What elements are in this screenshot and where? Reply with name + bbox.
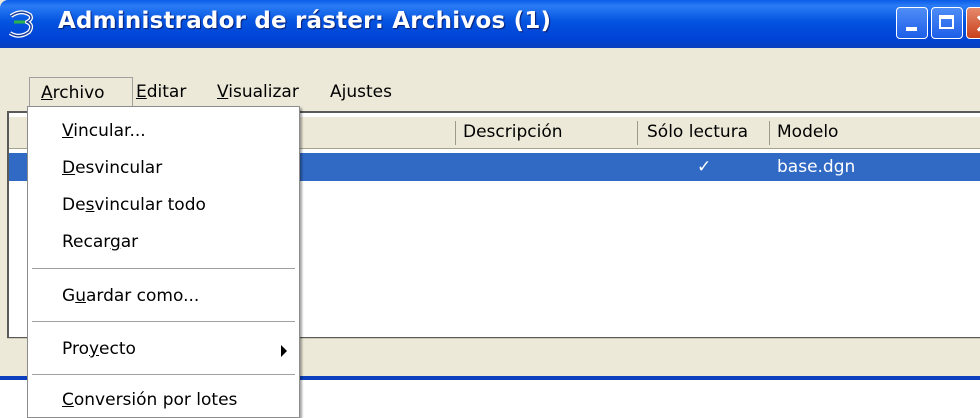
mnemonic-letter: j — [341, 82, 347, 102]
menu-separator — [32, 321, 295, 322]
column-separator[interactable] — [769, 121, 770, 145]
cell-modelo: base.dgn — [777, 157, 856, 177]
menu-bar: Archivo Editar Visualizar Ajustes — [0, 77, 980, 109]
submenu-arrow-icon — [281, 345, 287, 357]
mnemonic-letter: g — [109, 232, 121, 252]
menu-separator — [32, 374, 295, 375]
column-separator[interactable] — [637, 121, 638, 145]
menu-item-desvincular[interactable]: Desvincular — [28, 150, 299, 186]
column-header-solo-lectura[interactable]: Sólo lectura — [647, 117, 748, 148]
menu-editar[interactable]: Editar — [136, 77, 186, 108]
mnemonic-letter: C — [62, 390, 74, 410]
menu-item-conversion-por-lotes[interactable]: Conversión por lotes — [28, 382, 299, 418]
mnemonic-letter: y — [88, 339, 100, 359]
mnemonic-letter: V — [62, 121, 74, 141]
title-bar[interactable]: Administrador de ráster: Archivos (1) — [0, 0, 980, 48]
menu-ajustes[interactable]: Ajustes — [330, 77, 392, 108]
menu-separator — [32, 268, 295, 269]
menu-item-recargar[interactable]: Recargar — [28, 224, 299, 260]
mnemonic-letter: s — [85, 195, 95, 215]
mnemonic-letter: u — [75, 286, 86, 306]
column-header-descripcion[interactable]: Descripción — [463, 117, 563, 148]
menu-item-proyecto[interactable]: Proyecto — [28, 331, 299, 367]
minimize-button[interactable] — [896, 7, 928, 39]
menu-visualizar[interactable]: Visualizar — [217, 77, 299, 108]
column-separator[interactable] — [455, 121, 456, 145]
mnemonic-letter: A — [41, 83, 53, 103]
menu-archivo[interactable]: Archivo — [29, 77, 133, 109]
menu-item-vincular[interactable]: Vincular... — [28, 113, 299, 149]
close-button[interactable] — [966, 7, 980, 39]
maximize-button[interactable] — [931, 7, 963, 39]
window-title: Administrador de ráster: Archivos (1) — [58, 8, 552, 34]
menu-item-guardar-como[interactable]: Guardar como... — [28, 278, 299, 314]
app-icon — [8, 10, 34, 38]
mnemonic-letter: E — [136, 82, 147, 102]
menu-item-desvincular-todo[interactable]: Desvincular todo — [28, 187, 299, 223]
mnemonic-letter: D — [62, 158, 76, 178]
column-header-modelo[interactable]: Modelo — [777, 117, 838, 148]
archivo-dropdown-menu: Vincular... Desvincular Desvincular todo… — [27, 106, 300, 418]
read-only-check-icon: ✓ — [697, 157, 712, 177]
mnemonic-letter: V — [217, 82, 229, 102]
